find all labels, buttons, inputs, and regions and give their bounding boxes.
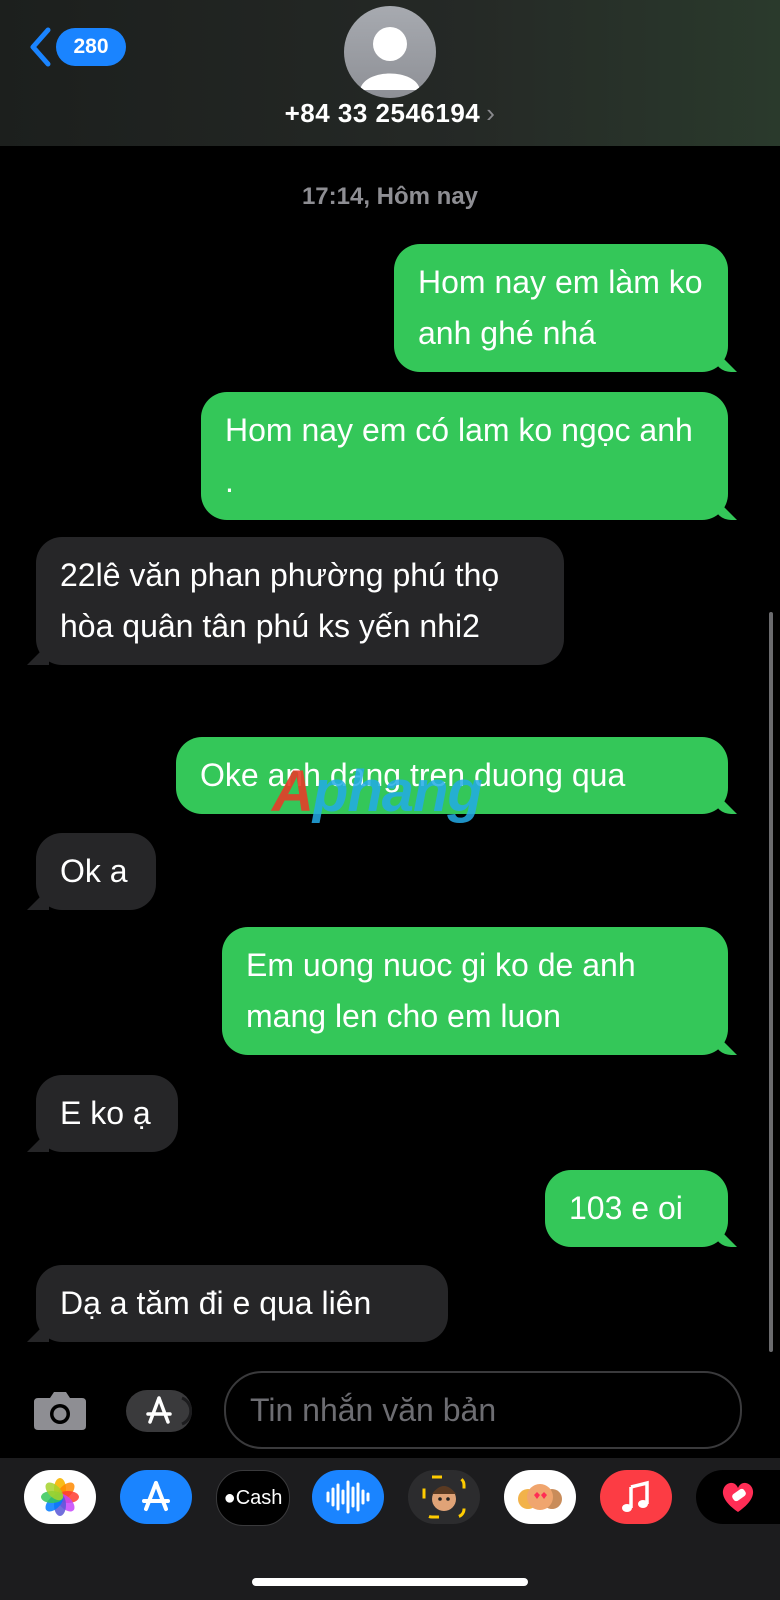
audio-message-app-button[interactable]	[312, 1470, 384, 1524]
memoji-stickers-app-button[interactable]	[504, 1470, 576, 1524]
message-bubble-incoming[interactable]: E ko ạ	[36, 1075, 178, 1152]
photos-app-button[interactable]	[24, 1470, 96, 1524]
person-icon	[360, 27, 420, 90]
message-bubble-outgoing[interactable]: Hom nay em có lam ko ngọc anh .	[201, 392, 728, 520]
message-bubble-outgoing[interactable]: Em uong nuoc gi ko de anh mang len cho e…	[222, 927, 728, 1055]
message-timestamp: 17:14, Hôm nay	[301, 183, 479, 210]
back-button[interactable]: 280	[28, 26, 126, 68]
home-indicator[interactable]	[252, 1578, 528, 1586]
contact-avatar[interactable]	[344, 6, 436, 98]
apple-cash-icon: ●Cash	[223, 1486, 283, 1509]
memoji-stickers-icon	[518, 1484, 562, 1510]
message-bubble-outgoing[interactable]: Oke anh dang tren duong qua	[176, 737, 728, 814]
chevron-left-icon	[30, 27, 51, 67]
music-app-button[interactable]	[600, 1470, 672, 1524]
app-store-app-button[interactable]	[120, 1470, 192, 1524]
memoji-app-button[interactable]	[408, 1470, 480, 1524]
apple-cash-app-button[interactable]: ●Cash	[216, 1470, 290, 1526]
message-bubble-incoming[interactable]: 22lê văn phan phường phú thọ hòa quân tâ…	[36, 537, 564, 665]
unread-count-badge: 280	[56, 28, 126, 66]
chevron-right-icon: ›	[486, 98, 496, 128]
message-bubble-outgoing[interactable]: Hom nay em làm ko anh ghé nhá	[394, 244, 728, 372]
contact-name[interactable]: +84 33 2546194 ›	[0, 98, 780, 129]
camera-button[interactable]	[32, 1388, 88, 1437]
conversation-header: 280 +84 33 2546194 ›	[0, 0, 780, 146]
message-bubble-incoming[interactable]: Ok a	[36, 833, 156, 910]
camera-icon	[34, 1392, 86, 1430]
contact-phone: +84 33 2546194	[284, 98, 481, 128]
message-bubble-incoming[interactable]: Dạ a tăm đi e qua liên	[36, 1265, 448, 1342]
photos-icon	[41, 1478, 79, 1516]
apps-button[interactable]	[126, 1390, 193, 1432]
audio-message-icon	[326, 1480, 370, 1514]
app-store-icon	[146, 1396, 193, 1426]
message-input[interactable]	[224, 1371, 742, 1449]
digital-touch-app-button[interactable]	[696, 1470, 780, 1524]
digital-touch-icon	[722, 1482, 754, 1512]
app-store-icon	[142, 1481, 170, 1511]
memoji-icon	[422, 1475, 466, 1519]
scrollbar[interactable]	[769, 612, 773, 1352]
message-bubble-outgoing[interactable]: 103 e oi	[545, 1170, 728, 1247]
music-icon	[622, 1480, 649, 1512]
